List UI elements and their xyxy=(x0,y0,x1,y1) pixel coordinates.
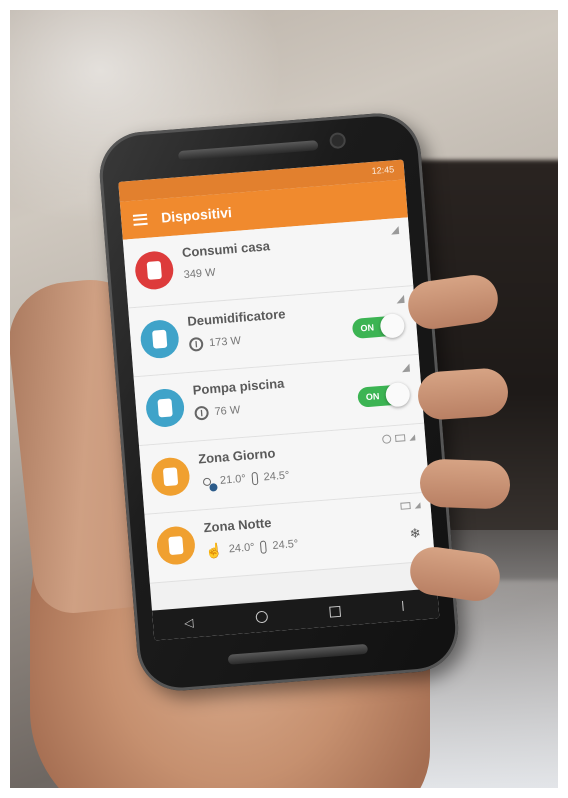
pool-pump-icon xyxy=(144,387,186,429)
device-name: Zona Notte xyxy=(203,514,272,536)
manual-mode-hand-icon: ☝ xyxy=(204,541,224,560)
device-value-row: I 76 W xyxy=(194,403,241,421)
toggle-knob xyxy=(379,312,406,339)
device-value-row: 349 W xyxy=(183,267,216,281)
power-meter-icon xyxy=(133,249,175,291)
device-name: Deumidificatore xyxy=(186,306,286,329)
thermometer-icon xyxy=(260,539,268,554)
set-temperature: 24.5° xyxy=(263,469,290,484)
current-temperature: 21.0° xyxy=(219,472,247,487)
toggle-label: ON xyxy=(365,391,380,403)
hand-finger xyxy=(416,366,510,422)
signal-icon xyxy=(414,501,421,509)
dehumidifier-icon xyxy=(139,318,181,360)
photo-background: 12:45 Dispositivi Consumi casa 349 W Deu… xyxy=(10,10,558,788)
phone-screen: 12:45 Dispositivi Consumi casa 349 W Deu… xyxy=(118,159,440,641)
device-power-value: 349 W xyxy=(183,266,216,282)
status-icons xyxy=(400,501,421,510)
menu-extra-icon[interactable] xyxy=(401,600,408,611)
device-power-value: 173 W xyxy=(208,334,242,350)
power-toggle[interactable]: ON xyxy=(351,312,406,339)
set-temperature: 24.5° xyxy=(272,537,299,552)
signal-icon xyxy=(390,226,400,235)
recent-apps-icon[interactable] xyxy=(328,605,341,618)
smartphone: 12:45 Dispositivi Consumi casa 349 W Deu… xyxy=(96,110,462,694)
app-title: Dispositivi xyxy=(160,204,233,226)
thermostat-icon xyxy=(155,525,197,566)
device-value-row: I 173 W xyxy=(188,334,242,352)
device-temp-row: 21.0° 24.5° xyxy=(200,468,290,492)
device-name: Pompa piscina xyxy=(192,375,285,398)
toggle-label: ON xyxy=(360,322,375,334)
power-toggle[interactable]: ON xyxy=(357,381,411,408)
device-name: Consumi casa xyxy=(181,238,271,261)
battery-icon xyxy=(400,502,411,510)
battery-icon xyxy=(394,434,406,442)
status-icons xyxy=(381,432,416,444)
clock-icon xyxy=(381,434,392,444)
signal-icon xyxy=(408,433,416,441)
device-name: Zona Giorno xyxy=(197,445,276,467)
hand-finger xyxy=(419,458,511,510)
power-info-icon: I xyxy=(188,336,204,352)
status-bar-time: 12:45 xyxy=(371,164,395,177)
signal-icon xyxy=(401,363,411,373)
thermostat-icon xyxy=(150,456,191,498)
device-power-value: 76 W xyxy=(214,404,241,419)
signal-icon xyxy=(396,294,405,304)
snowflake-icon: ❄ xyxy=(409,525,422,542)
hamburger-menu-icon[interactable] xyxy=(132,213,148,226)
toggle-knob xyxy=(384,381,411,408)
device-temp-row: ☝ 24.0° 24.5° xyxy=(204,537,299,560)
power-info-icon: I xyxy=(194,405,210,421)
thermometer-icon xyxy=(251,471,259,485)
back-icon[interactable]: ◁ xyxy=(184,615,194,630)
current-temperature: 24.0° xyxy=(228,541,256,556)
sun-mode-icon xyxy=(200,474,218,492)
device-list: Consumi casa 349 W Deumidificatore I 173… xyxy=(122,217,435,584)
home-icon[interactable] xyxy=(254,610,268,624)
